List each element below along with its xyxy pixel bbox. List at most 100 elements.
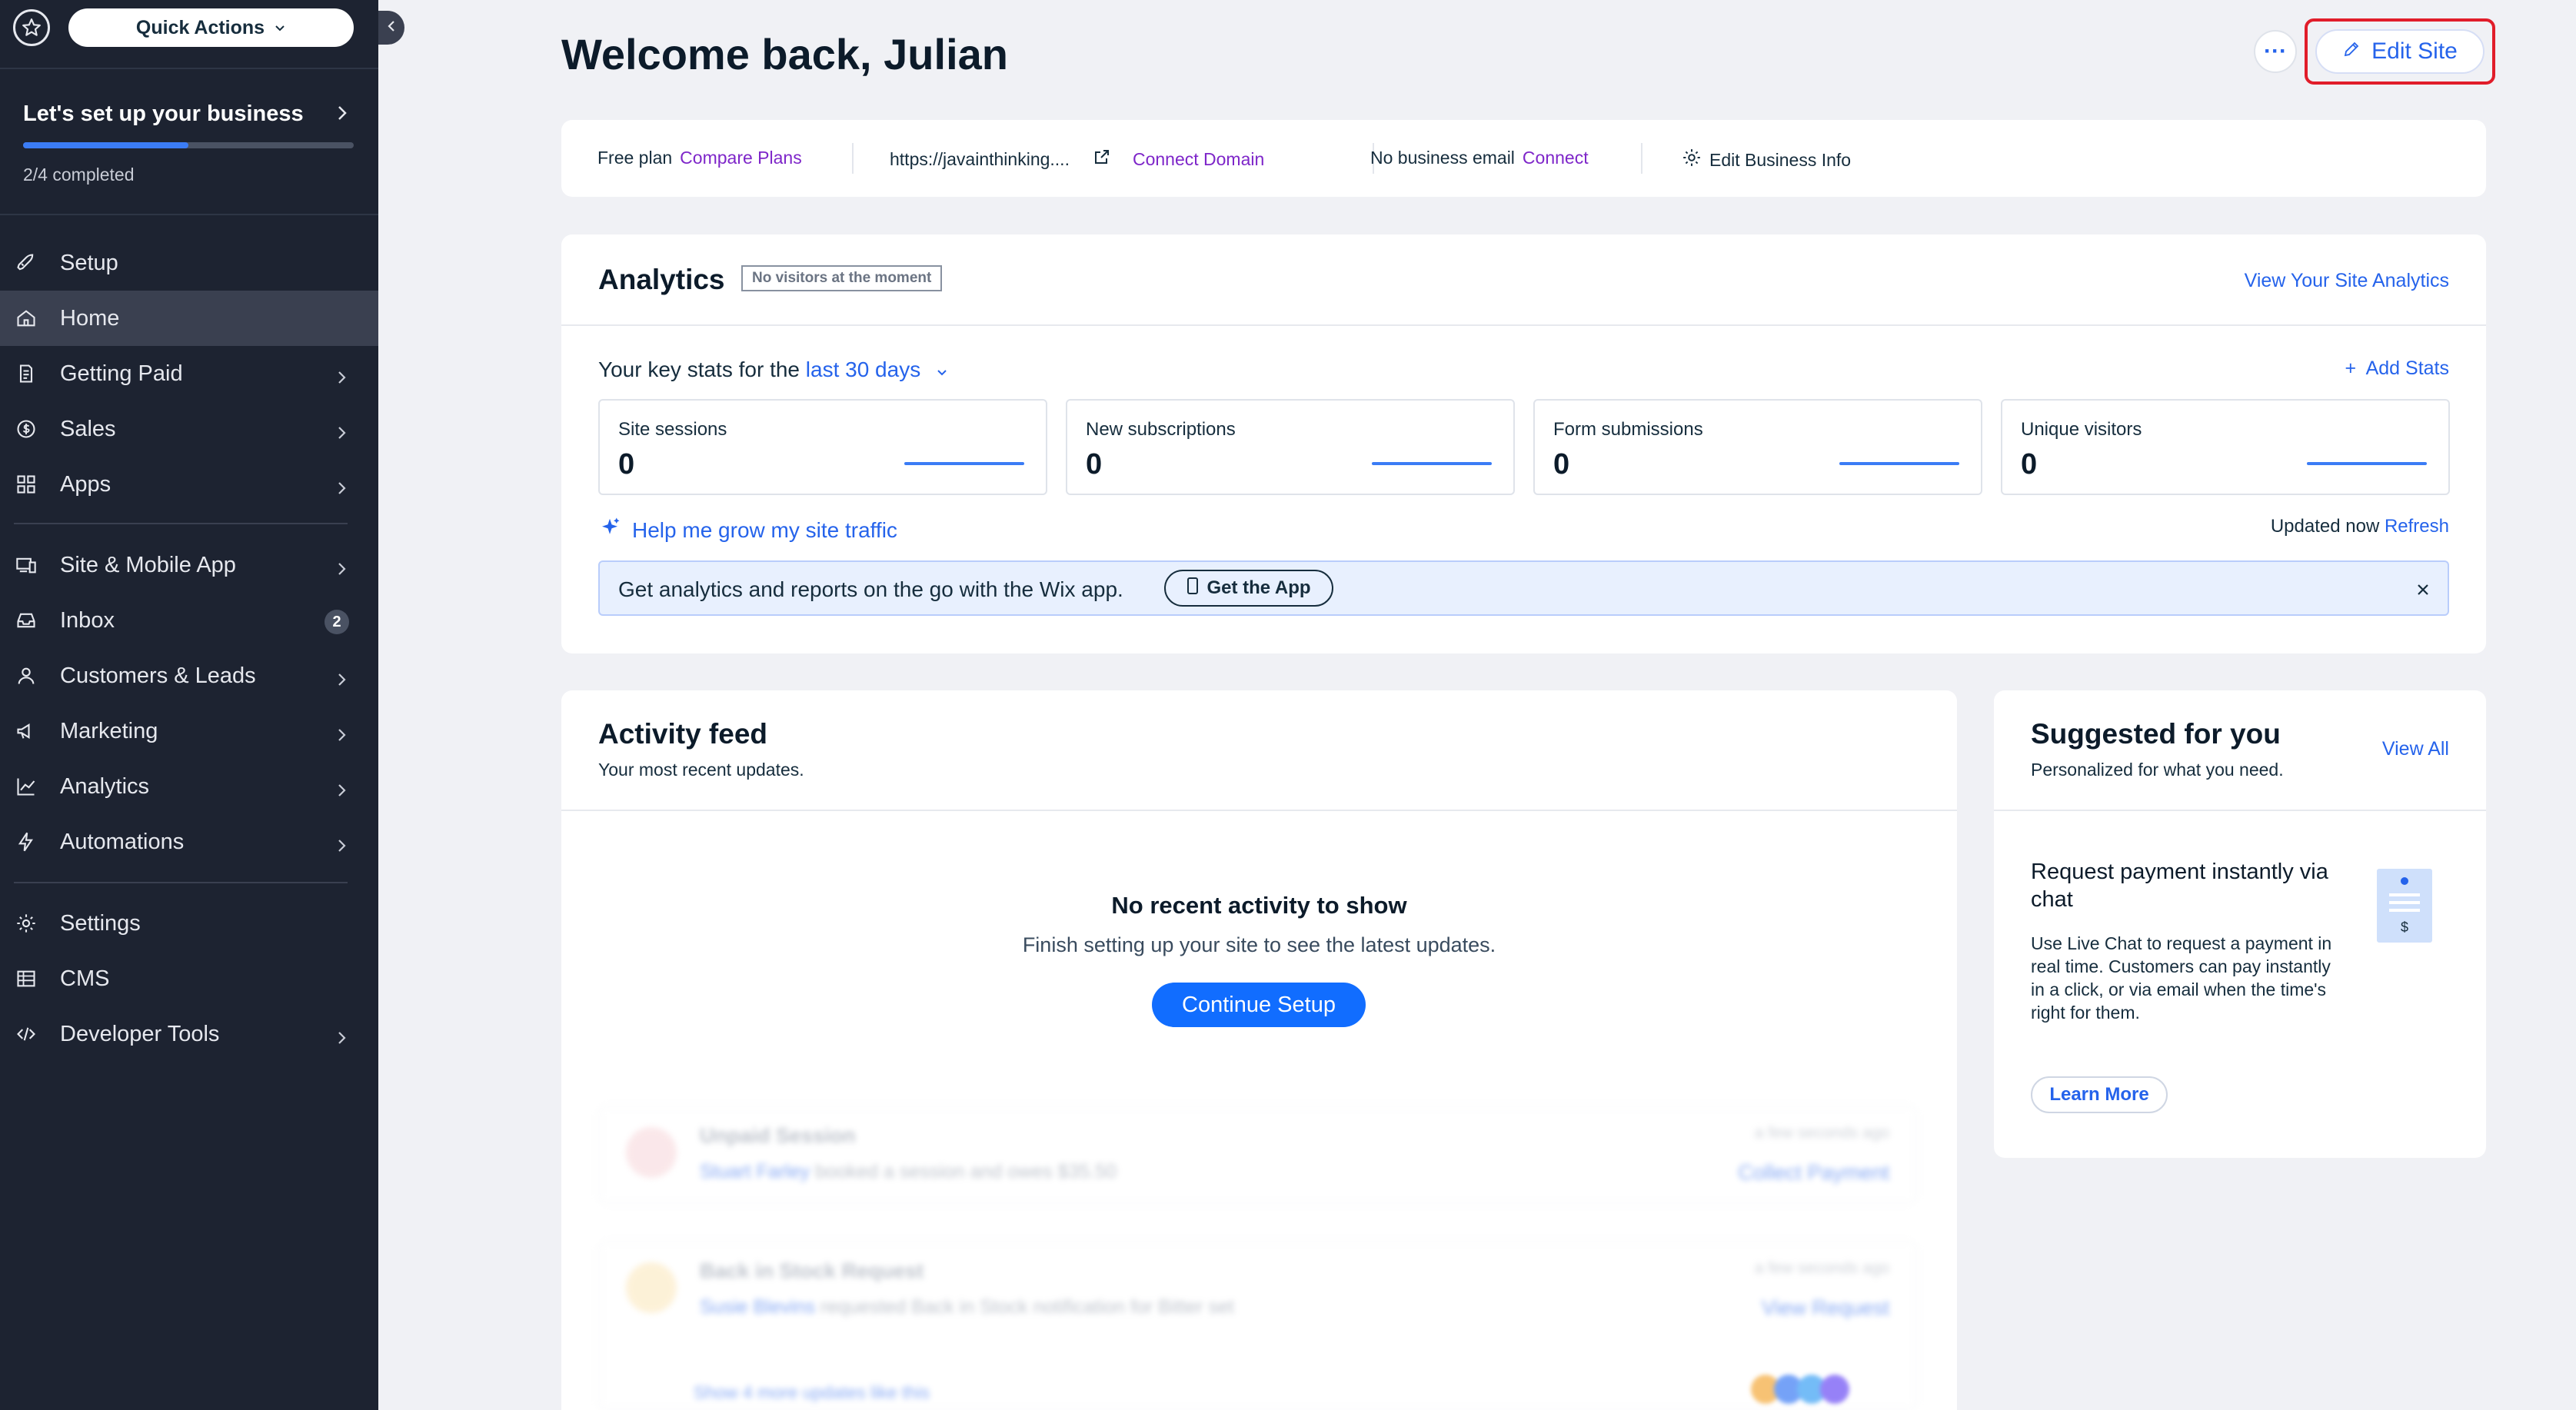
sidebar-item-label: CMS [60,966,110,991]
date-range-label: last 30 days [805,357,921,381]
edit-business-info-button[interactable]: Edit Business Info [1682,148,1851,172]
invoice-illustration-icon: $ [2375,867,2434,948]
analytics-card: Analytics No visitors at the moment View… [561,234,2486,653]
placeholder-description: Susie Blevins requested Back in Stock no… [700,1296,1234,1319]
activity-feed-card: Activity feed Your most recent updates. … [561,690,1957,1410]
get-the-app-button[interactable]: Get the App [1164,570,1333,607]
inbox-icon [15,610,37,631]
stat-card-unique-visitors[interactable]: Unique visitors 0 [2001,399,2450,495]
date-range-dropdown[interactable]: last 30 days [806,357,948,381]
sidebar-item-settings[interactable]: Settings [0,896,378,951]
svg-text:$: $ [2401,919,2408,935]
activity-feed-title: Activity feed [598,718,768,750]
sidebar-item-home[interactable]: Home [0,291,378,346]
setup-title: Let's set up your business [23,101,304,126]
divider [1641,143,1642,174]
stat-card-site-sessions[interactable]: Site sessions 0 [598,399,1047,495]
rocket-icon [15,252,37,274]
continue-setup-button[interactable]: Continue Setup [1152,983,1366,1027]
quick-actions-button[interactable]: Quick Actions [68,8,354,47]
placeholder-action: Collect Payment [1738,1161,1889,1184]
activity-feed-subtitle: Your most recent updates. [598,760,804,780]
sidebar-divider [14,882,348,883]
table-icon [15,968,37,989]
connect-email-link[interactable]: Connect [1523,148,1589,168]
chevron-right-icon [337,477,346,502]
get-the-app-label: Get the App [1206,577,1311,598]
sidebar-item-label: Getting Paid [60,361,183,386]
chevron-right-icon [337,366,346,391]
chart-icon [15,776,37,797]
chevron-right-icon [337,421,346,447]
sidebar-item-developer-tools[interactable]: Developer Tools [0,1006,378,1062]
sidebar-item-label: Inbox [60,607,115,633]
sidebar-item-marketing[interactable]: Marketing [0,703,378,759]
connect-domain-link[interactable]: Connect Domain [1133,149,1264,170]
site-url[interactable]: https://javainthinking.... [890,149,1070,170]
stat-value: 0 [1086,448,1103,481]
view-all-link[interactable]: View All [2382,738,2449,760]
sidebar-item-setup[interactable]: Setup [0,235,378,291]
quick-actions-label: Quick Actions [135,16,265,38]
external-link-icon[interactable] [1093,148,1111,171]
add-stats-button[interactable]: + Add Stats [2345,357,2449,380]
placeholder-text: requested Back in Stock notification for… [820,1296,1234,1318]
star-icon[interactable] [13,9,50,46]
edit-site-label: Edit Site [2371,38,2458,64]
plus-icon: + [2345,357,2357,379]
sidebar-top: Quick Actions [0,0,378,55]
sidebar-item-automations[interactable]: Automations [0,814,378,870]
setup-progress-card[interactable]: Let's set up your business 2/4 completed [0,68,378,215]
chevron-right-icon [337,1026,346,1052]
edit-business-info-label: Edit Business Info [1709,149,1852,170]
visitors-status-tag: No visitors at the moment [741,265,943,291]
grow-traffic-link[interactable]: Help me grow my site traffic [598,516,897,544]
code-icon [15,1023,37,1045]
divider [561,324,2486,326]
sidebar-divider [14,523,348,524]
suggestion-title: Request payment instantly via chat [2031,860,2328,912]
key-stats-heading: Your key stats for the last 30 days [598,357,948,384]
empty-state-title: No recent activity to show [1111,892,1407,919]
placeholder-activity-item: Unpaid Session Stuart Farley booked a se… [598,1106,1917,1204]
home-icon [15,308,37,329]
suggestion-description: Use Live Chat to request a payment in re… [2031,933,2332,1023]
sidebar-item-label: Automations [60,829,185,854]
collapse-sidebar-button[interactable] [378,11,404,45]
stat-value: 0 [618,448,635,481]
sidebar-item-label: Settings [60,910,141,936]
stat-value: 0 [2021,448,2038,481]
sidebar-item-inbox[interactable]: Inbox 2 [0,593,378,648]
sidebar-item-customers-leads[interactable]: Customers & Leads [0,648,378,703]
refresh-link[interactable]: Refresh [2385,516,2449,537]
close-icon[interactable] [2415,577,2431,604]
stat-sparkline [1839,462,1959,465]
more-actions-button[interactable]: ··· [2254,30,2297,73]
stat-sparkline [1372,462,1492,465]
sidebar-item-label: Setup [60,250,118,275]
stat-card-new-subscriptions[interactable]: New subscriptions 0 [1066,399,1515,495]
placeholder-avatars [1751,1375,1849,1408]
edit-site-button[interactable]: Edit Site [2315,29,2484,74]
compare-plans-link[interactable]: Compare Plans [680,148,802,168]
sidebar-item-label: Apps [60,471,111,497]
analytics-title: Analytics [598,264,725,295]
phone-icon [1186,577,1199,600]
chevron-right-icon [337,668,346,693]
sidebar-item-cms[interactable]: CMS [0,951,378,1006]
sidebar-item-sales[interactable]: Sales [0,401,378,457]
sidebar-item-site-mobile-app[interactable]: Site & Mobile App [0,537,378,593]
learn-more-button[interactable]: Learn More [2031,1076,2168,1113]
sidebar-item-getting-paid[interactable]: Getting Paid [0,346,378,401]
divider [852,143,854,174]
stat-label: Unique visitors [2021,419,2142,440]
setup-progress-bar [23,142,354,148]
chevron-right-icon [337,834,346,860]
sidebar-item-analytics[interactable]: Analytics [0,759,378,814]
sidebar-item-apps[interactable]: Apps [0,457,378,512]
placeholder-time: a few seconds ago [1754,1124,1889,1142]
chevron-left-icon [387,19,396,37]
stat-card-form-submissions[interactable]: Form submissions 0 [1533,399,1982,495]
view-site-analytics-link[interactable]: View Your Site Analytics [2245,270,2449,292]
sidebar-item-label: Home [60,305,120,331]
